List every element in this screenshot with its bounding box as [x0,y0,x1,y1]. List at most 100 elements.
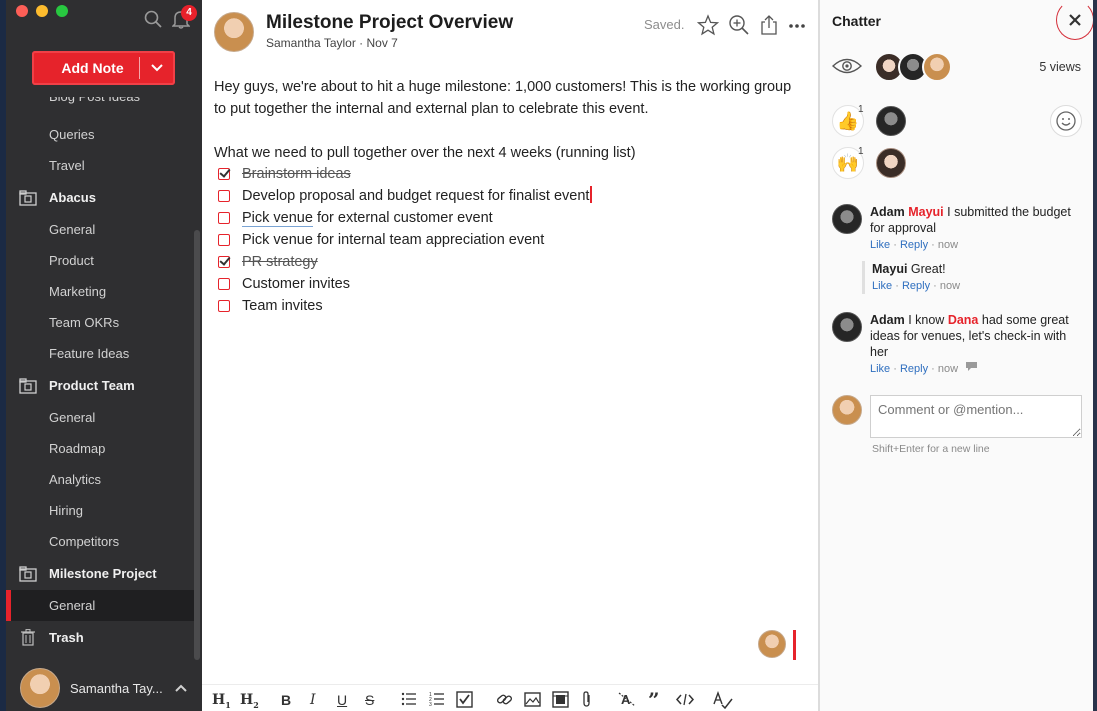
checkbox[interactable] [218,256,230,268]
sidebar-item-team-okrs[interactable]: Team OKRs [6,307,194,338]
checklist-text[interactable]: Customer invites [242,273,350,295]
checklist-text[interactable]: Pick venue for internal team appreciatio… [242,229,544,251]
bullet-list-icon[interactable] [401,691,417,709]
add-note-button[interactable]: Add Note [32,51,175,85]
link-icon[interactable] [496,691,513,709]
sidebar-item-abacus-general[interactable]: General [6,214,194,245]
checkbox[interactable] [218,190,230,202]
save-status: Saved. [644,17,685,32]
notebook-abacus[interactable]: Abacus [6,181,194,214]
folder-icon [19,190,37,206]
reply-link[interactable]: Reply [900,239,928,251]
numbered-list-icon[interactable]: 123 [429,691,445,709]
input-hint: Shift+Enter for a new line [872,443,990,455]
sidebar-item-competitors[interactable]: Competitors [6,526,194,557]
sidebar-item-milestone-general[interactable]: General [6,590,194,621]
zoom-window-button[interactable] [56,5,68,17]
checkbox[interactable] [218,234,230,246]
checkbox[interactable] [218,300,230,312]
image-icon[interactable] [524,691,541,709]
bold-button[interactable]: B [281,691,291,709]
trash-label: Trash [49,630,84,645]
sidebar-item-roadmap[interactable]: Roadmap [6,433,194,464]
svg-text:A: A [621,692,631,707]
video-icon[interactable] [552,691,569,709]
quote-icon[interactable]: ” [648,690,660,710]
sidebar-item-trash[interactable]: Trash [6,621,194,654]
heading1-button[interactable]: H1 [212,691,231,710]
italic-button[interactable]: I [310,691,316,709]
user-menu[interactable]: Samantha Tay... [6,663,202,711]
close-window-button[interactable] [16,5,28,17]
checkbox[interactable] [218,212,230,224]
sidebar-scrollbar[interactable] [194,230,200,660]
sidebar-item-feature-ideas[interactable]: Feature Ideas [6,338,194,369]
checklist-text[interactable]: Pick venue for external customer event [242,207,493,229]
share-icon[interactable] [758,14,780,36]
comment: Adam I know Dana had some great ideas fo… [832,312,1086,377]
comment-text: I know [904,313,948,327]
chevron-up-icon[interactable] [174,683,188,693]
mention[interactable]: Mayui [908,205,943,219]
like-link[interactable]: Like [870,363,890,375]
star-icon[interactable] [697,14,719,36]
svg-text:3: 3 [429,702,432,707]
checklist-text[interactable]: Develop proposal and budget request for … [242,185,593,207]
sidebar-item-analytics[interactable]: Analytics [6,464,194,495]
notebook-product-team[interactable]: Product Team [6,369,194,402]
trash-icon [21,629,35,646]
notebook-name: Product Team [49,378,135,393]
notebook-milestone-project[interactable]: Milestone Project [6,557,194,590]
code-icon[interactable] [676,691,694,709]
checkbox[interactable] [218,168,230,180]
minimize-window-button[interactable] [36,5,48,17]
comment-body: Adam Mayui I submitted the budget for ap… [870,204,1086,253]
reply-link[interactable]: Reply [902,280,930,292]
checklist-text[interactable]: PR strategy [242,251,318,273]
sidebar-item-hiring[interactable]: Hiring [6,495,194,526]
sidebar-item-product[interactable]: Product [6,245,194,276]
viewer-avatars[interactable] [874,52,952,82]
reply-link[interactable]: Reply [900,363,928,375]
note-paragraph: What we need to pull together over the n… [214,145,636,161]
checkbox-icon[interactable] [456,691,473,709]
checklist-text[interactable]: Brainstorm ideas [242,163,351,185]
note-title[interactable]: Milestone Project Overview [266,12,513,34]
like-link[interactable]: Like [870,239,890,251]
comment-actions: Like · Reply · now [872,280,961,292]
note-body[interactable]: Hey guys, we're about to hit a huge mile… [214,76,804,164]
speech-bubble-icon[interactable] [965,361,978,372]
checklist-item: Pick venue for external customer event [214,207,592,229]
notebook-nav: Blog Post Ideas Queries Travel Abacus Ge… [6,97,194,659]
comment-time: now [937,363,959,375]
checkbox[interactable] [218,278,230,290]
comment-input[interactable] [870,395,1082,438]
attachment-icon[interactable] [580,691,594,709]
sidebar: 4 Add Note Blog Post Ideas Queries Trave… [6,0,202,711]
notification-badge: 4 [181,5,197,21]
collaborator-presence-avatar [758,630,786,658]
zoom-in-icon[interactable] [728,14,750,36]
clear-formatting-icon[interactable]: A [618,691,636,709]
more-options-icon[interactable] [786,14,808,36]
chevron-down-icon[interactable] [149,60,165,76]
window-controls [16,5,68,17]
underline-button[interactable]: U [337,691,347,709]
search-icon[interactable] [144,10,162,28]
mention[interactable]: Dana [948,313,979,327]
sidebar-item-queries[interactable]: Queries [6,119,194,150]
checklist: Brainstorm ideas Develop proposal and bu… [214,163,593,317]
sidebar-item-product-team-general[interactable]: General [6,402,194,433]
strikethrough-button[interactable]: S [365,691,374,709]
sidebar-item-blog-post-ideas[interactable]: Blog Post Ideas [6,97,194,119]
sidebar-item-travel[interactable]: Travel [6,150,194,181]
checklist-text[interactable]: Team invites [242,295,323,317]
close-panel-button[interactable] [1056,0,1094,40]
add-reaction-button[interactable] [1050,105,1082,137]
checklist-item: Customer invites [214,273,592,295]
spellcheck-icon[interactable] [713,691,733,709]
folder-icon [19,378,37,394]
heading2-button[interactable]: H2 [240,691,259,710]
like-link[interactable]: Like [872,280,892,292]
sidebar-item-marketing[interactable]: Marketing [6,276,194,307]
